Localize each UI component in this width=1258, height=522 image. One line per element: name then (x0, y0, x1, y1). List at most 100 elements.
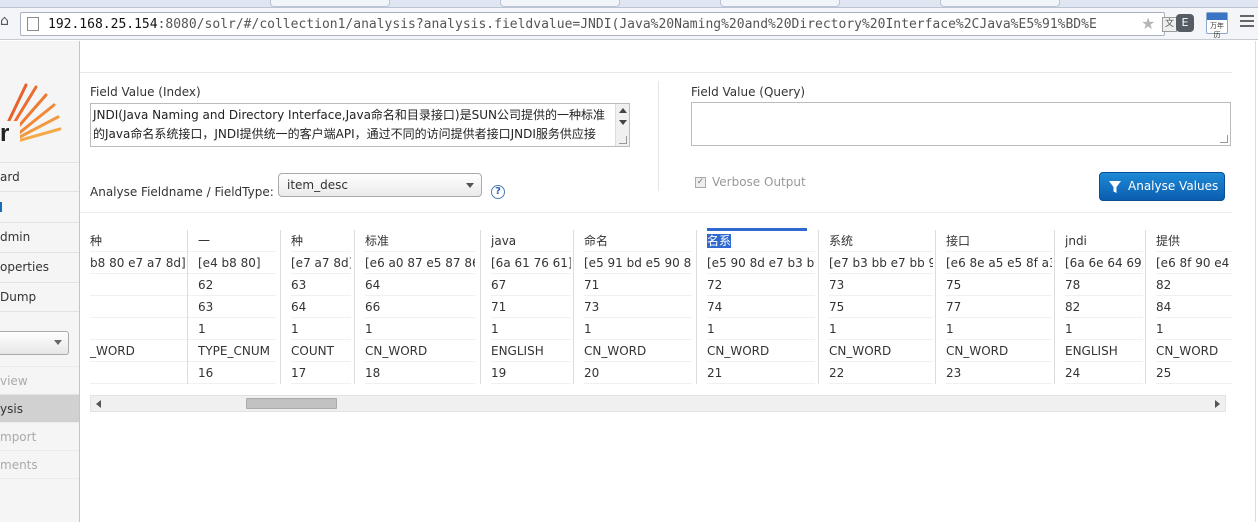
scroll-right-icon[interactable] (1215, 400, 1220, 408)
token-raw-bytes: [e7 b3 bb e7 bb 9f] (829, 252, 933, 274)
token-column: 命名 [e5 91 bd e5 90 8d] 71 73 1 CN_WORD 2… (573, 230, 696, 384)
token-start: 71 (584, 274, 692, 296)
token-column: java [6a 61 76 61] 67 71 1 ENGLISH 19 (480, 230, 573, 384)
token-text[interactable]: 提供 (1156, 230, 1242, 252)
core-selector[interactable] (0, 331, 69, 355)
query-field-value-textarea[interactable] (691, 102, 1231, 146)
home-icon[interactable]: ⌂ (0, 13, 12, 29)
fieldname-select[interactable]: item_desc (278, 173, 482, 197)
token-text[interactable]: 一 (198, 230, 276, 252)
token-end: 63 (198, 296, 276, 318)
sidebar-item-thread-dump[interactable]: Dump (0, 282, 79, 310)
token-position-increment: 1 (1065, 318, 1143, 340)
scrollbar-thumb[interactable] (246, 398, 337, 409)
query-field-label: Field Value (Query) (691, 85, 806, 99)
token-text[interactable]: 系统 (829, 230, 933, 252)
address-bar[interactable]: 192.168.25.154:8080/solr/#/collection1/a… (20, 12, 1177, 36)
token-type: CN_WORD (365, 340, 475, 362)
token-text[interactable]: jndi (1065, 230, 1143, 252)
token-raw-bytes: [6a 61 76 61] (491, 252, 571, 274)
token-text[interactable]: 接口 (946, 230, 1052, 252)
sidebar-item-documents[interactable]: ments (0, 450, 79, 478)
scroll-left-icon[interactable] (96, 400, 101, 408)
token-type: CN_WORD (1156, 340, 1242, 362)
token-position: 22 (829, 362, 933, 384)
sidebar-spacer (0, 311, 79, 331)
token-position-increment: 1 (365, 318, 475, 340)
browser-tab-3[interactable] (720, 0, 840, 7)
token-start: 75 (946, 274, 1052, 296)
scroll-down-icon[interactable] (619, 120, 627, 125)
token-position-increment (90, 318, 200, 340)
analysis-panel: Field Value (Index) JNDI(Java Naming and… (79, 41, 1258, 522)
fieldname-selected-value: item_desc (287, 178, 348, 192)
token-text[interactable]: 命名 (584, 230, 692, 252)
translate-icon[interactable]: 文 (1162, 17, 1177, 32)
token-text[interactable]: 标准 (365, 230, 475, 252)
browser-tab-solr[interactable] (270, 0, 390, 7)
calendar-extension-label: 万年历 (1210, 22, 1224, 39)
token-column: 标准 [e6 a0 87 e5 87 86] 64 66 1 CN_WORD 1… (354, 230, 480, 384)
resize-grip-icon[interactable] (619, 136, 627, 144)
evernote-extension-icon[interactable]: E (1176, 14, 1194, 32)
analysis-token-table[interactable]: 种 b8 80 e7 a7 8d] _WORD 一 [e4 b8 80] 62 … (80, 212, 1258, 398)
table-top-divider (80, 212, 1258, 213)
token-type: CN_WORD (584, 340, 692, 362)
token-text[interactable]: java (491, 230, 571, 252)
calendar-extension-icon[interactable]: 万年历 (1206, 12, 1228, 39)
token-start: 67 (491, 274, 571, 296)
token-start: 73 (829, 274, 933, 296)
token-position-increment: 1 (291, 318, 351, 340)
token-text[interactable]: 种 (90, 230, 200, 252)
horizontal-scrollbar[interactable] (90, 395, 1226, 412)
sidebar-item-logging[interactable] (0, 191, 79, 219)
selected-token-text[interactable]: 名系 (707, 234, 732, 248)
token-position: 19 (491, 362, 571, 384)
filter-icon (1109, 181, 1121, 193)
token-start: 78 (1065, 274, 1143, 296)
token-position-increment: 1 (198, 318, 276, 340)
token-end (90, 296, 200, 318)
chevron-down-icon (466, 183, 474, 188)
scroll-up-icon[interactable] (619, 108, 627, 113)
token-start: 82 (1156, 274, 1242, 296)
token-position-increment: 1 (1156, 318, 1242, 340)
token-raw-bytes: b8 80 e7 a7 8d] (90, 252, 200, 274)
help-icon[interactable]: ? (491, 185, 505, 199)
sidebar-item-java-properties[interactable]: operties (0, 252, 79, 280)
token-end: 74 (707, 296, 815, 318)
browser-tab-4[interactable] (940, 0, 1060, 7)
token-position: 23 (946, 362, 1052, 384)
browser-tab-2[interactable] (500, 0, 620, 7)
svg-text:r: r (0, 120, 9, 143)
analyse-values-button[interactable]: Analyse Values (1099, 172, 1225, 201)
token-raw-bytes: [e6 a0 87 e5 87 86] (365, 252, 475, 274)
sidebar-item-dataimport[interactable]: mport (0, 422, 79, 450)
sidebar-item-dashboard[interactable]: ard (0, 162, 79, 190)
token-raw-bytes: [e7 a7 8d] (291, 252, 351, 274)
token-text[interactable]: 种 (291, 230, 351, 252)
textarea-scrollbar[interactable] (615, 104, 629, 146)
page-icon (27, 17, 39, 31)
token-end: 77 (946, 296, 1052, 318)
index-field-value-textarea[interactable]: JNDI(Java Naming and Directory Interface… (90, 103, 630, 147)
sidebar-item-analysis[interactable]: ysis (0, 394, 79, 422)
browser-menu-icon[interactable] (1240, 15, 1254, 29)
resize-grip-icon[interactable] (1220, 135, 1228, 143)
token-type: CN_WORD (707, 340, 815, 362)
token-raw-bytes: [e5 91 bd e5 90 8d] (584, 252, 692, 274)
token-position: 25 (1156, 362, 1242, 384)
verbose-output-checkbox[interactable]: ✓ (695, 177, 706, 188)
top-divider (80, 72, 1258, 73)
solr-logo-icon[interactable]: r (0, 81, 62, 143)
token-column: 接口 [e6 8e a5 e5 8f a3] 75 77 1 CN_WORD 2… (935, 230, 1054, 384)
sidebar-item-core-admin[interactable]: dmin (0, 222, 79, 250)
url-text[interactable]: 192.168.25.154:8080/solr/#/collection1/a… (48, 16, 1113, 33)
analyse-values-label: Analyse Values (1128, 179, 1219, 193)
bookmark-star-icon[interactable]: ★ (1141, 15, 1155, 33)
token-text-selected[interactable]: 名系 (707, 230, 815, 252)
sidebar-item-overview[interactable]: view (0, 366, 79, 394)
token-raw-bytes: [e6 8e a5 e5 8f a3] (946, 252, 1052, 274)
token-position (90, 362, 200, 384)
token-column: jndi [6a 6e 64 69] 78 82 1 ENGLISH 24 (1054, 230, 1145, 384)
